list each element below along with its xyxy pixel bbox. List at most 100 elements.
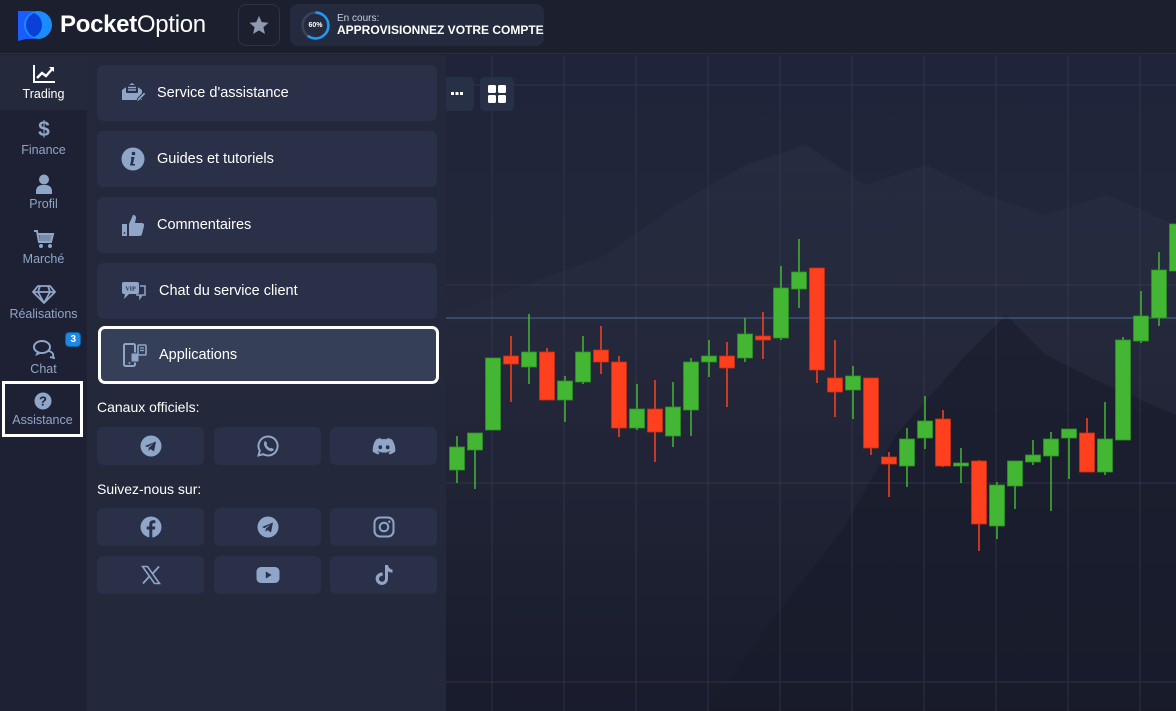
menu-commentaires[interactable]: Commentaires xyxy=(97,197,437,253)
x-icon xyxy=(140,565,161,585)
candle xyxy=(611,356,627,437)
candle-body-down xyxy=(881,456,897,465)
candle-body-down xyxy=(755,335,771,341)
candle-body-up xyxy=(953,462,969,467)
menu-service-assistance[interactable]: Service d'assistance xyxy=(97,65,437,121)
follow-x-button[interactable] xyxy=(97,556,204,594)
candle-body-down xyxy=(827,377,843,393)
candle-body-down xyxy=(971,460,987,525)
sidebar-item-profil[interactable]: Profil xyxy=(0,165,87,220)
candle-body-up xyxy=(989,484,1005,527)
candle-body-up xyxy=(1025,454,1041,463)
progress-title: APPROVISIONNEZ VOTRE COMPTE xyxy=(337,22,544,37)
sidebar-item-trading[interactable]: Trading xyxy=(0,55,87,110)
apps-devices-icon xyxy=(123,343,147,367)
chart-more-button[interactable] xyxy=(446,77,474,111)
telegram-icon xyxy=(257,516,278,538)
candle-body-down xyxy=(593,349,609,363)
menu-chat-service-client[interactable]: VIP Chat du service client xyxy=(97,263,437,319)
trading-chart[interactable] xyxy=(446,55,1176,711)
user-icon xyxy=(35,174,52,194)
candle-body-down xyxy=(1079,432,1095,473)
candle xyxy=(539,348,555,401)
candle xyxy=(863,377,879,455)
candle-body-up xyxy=(1061,428,1077,439)
sidebar-item-realisations[interactable]: Réalisations xyxy=(0,275,87,330)
progress-percent: 60% xyxy=(308,21,323,29)
chat-icon xyxy=(32,340,55,359)
youtube-icon xyxy=(256,567,279,583)
cart-icon xyxy=(33,230,54,248)
candle-body-down xyxy=(539,351,555,401)
chart-layout-button[interactable] xyxy=(480,77,514,111)
candle-body-down xyxy=(719,355,735,369)
candle xyxy=(485,357,501,431)
favorites-button[interactable] xyxy=(238,4,280,46)
grid-icon xyxy=(488,85,506,103)
candle xyxy=(1115,337,1131,441)
candle-body-up xyxy=(1133,315,1149,342)
candle xyxy=(1169,223,1176,272)
onboarding-progress-card[interactable]: 60% En cours: APPROVISIONNEZ VOTRE COMPT… xyxy=(290,4,544,46)
candle-body-up xyxy=(629,408,645,429)
chat-badge: 3 xyxy=(65,332,81,347)
ellipsis-icon xyxy=(451,92,463,95)
follow-facebook-button[interactable] xyxy=(97,508,204,546)
sidebar-item-chat[interactable]: Chat 3 xyxy=(0,330,87,385)
official-channels-label: Canaux officiels: xyxy=(97,399,200,415)
candle-body-up xyxy=(683,361,699,411)
discord-icon xyxy=(372,438,395,455)
candle-body-up xyxy=(1151,269,1167,319)
candle-body-up xyxy=(1169,223,1176,272)
candle-body-up xyxy=(899,438,915,467)
logo[interactable]: PocketOption xyxy=(16,9,206,41)
candle-body-up xyxy=(701,355,717,363)
sidebar-item-finance[interactable]: $ Finance xyxy=(0,110,87,165)
diamond-icon xyxy=(31,285,56,304)
vip-chat-icon: VIP xyxy=(122,282,146,301)
candle-body-up xyxy=(1007,460,1023,487)
svg-text:VIP: VIP xyxy=(125,287,136,293)
candle-body-up xyxy=(1097,438,1113,473)
official-telegram-button[interactable] xyxy=(97,427,204,465)
official-discord-button[interactable] xyxy=(330,427,437,465)
candle-body-up xyxy=(773,287,789,339)
follow-telegram-button[interactable] xyxy=(214,508,321,546)
sidebar: Trading $ Finance Profil Marché Réalisat… xyxy=(0,55,87,711)
candle-body-down xyxy=(503,355,519,365)
candle-body-down xyxy=(935,418,951,467)
candle-body-up xyxy=(791,271,807,290)
candle-body-up xyxy=(737,333,753,359)
svg-text:?: ? xyxy=(39,393,47,408)
candle-body-up xyxy=(467,432,483,451)
candle-body-up xyxy=(575,351,591,383)
follow-youtube-button[interactable] xyxy=(214,556,321,594)
official-whatsapp-button[interactable] xyxy=(214,427,321,465)
sidebar-item-marche[interactable]: Marché xyxy=(0,220,87,275)
facebook-icon xyxy=(140,516,161,538)
info-icon xyxy=(121,147,145,171)
follow-instagram-button[interactable] xyxy=(330,508,437,546)
follow-tiktok-button[interactable] xyxy=(330,556,437,594)
candle-body-down xyxy=(863,377,879,449)
menu-guides-tutoriels[interactable]: Guides et tutoriels xyxy=(97,131,437,187)
question-icon: ? xyxy=(34,392,51,409)
dollar-icon: $ xyxy=(38,118,50,140)
candlestick-chart[interactable] xyxy=(446,55,1176,711)
whatsapp-icon xyxy=(256,435,279,457)
telegram-icon xyxy=(140,435,161,457)
progress-ring: 60% xyxy=(300,10,331,41)
svg-text:$: $ xyxy=(38,118,50,140)
chart-line-icon xyxy=(32,65,55,83)
menu-applications[interactable]: Applications xyxy=(98,326,439,384)
candle-body-up xyxy=(845,375,861,391)
candle-body-up xyxy=(485,357,501,431)
candle-body-up xyxy=(665,406,681,437)
top-bar: PocketOption 60% En cours: APPROVISIONNE… xyxy=(0,0,1176,54)
sidebar-item-assistance[interactable]: ? Assistance xyxy=(2,381,83,437)
candle-body-up xyxy=(557,380,573,401)
assistance-panel: Service d'assistance Guides et tutoriels… xyxy=(87,55,446,711)
candle-body-up xyxy=(449,446,465,471)
instagram-icon xyxy=(373,516,394,538)
candle-body-down xyxy=(611,361,627,429)
